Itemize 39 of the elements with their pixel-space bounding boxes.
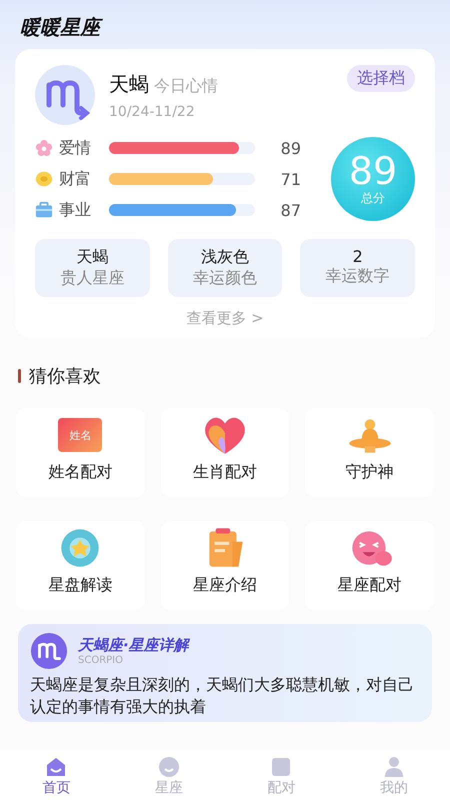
feature-tile[interactable]: 星座介绍 bbox=[160, 521, 290, 610]
banner-subtitle: SCORPIO bbox=[78, 655, 124, 666]
banner-title: 天蝎座·星座详解 bbox=[78, 636, 189, 655]
tab[interactable]: 首页 bbox=[36, 754, 76, 798]
scorpio-sign-icon bbox=[30, 632, 68, 670]
lucky-value: 天蝎 bbox=[76, 247, 108, 268]
scorpio-sign-icon bbox=[35, 65, 95, 125]
switch-sign-button[interactable]: 选择档 bbox=[347, 65, 415, 92]
feature-tile[interactable]: 星盘解读 bbox=[16, 521, 145, 610]
lucky-value: 2 bbox=[352, 247, 363, 266]
fortune-score: 87 bbox=[280, 200, 301, 220]
app-title: 暖暖星座 bbox=[0, 0, 450, 49]
feature-tile[interactable]: 姓名 姓名配对 bbox=[16, 408, 145, 497]
feature-tile[interactable]: 守护神 bbox=[305, 408, 434, 497]
lucky-label: 幸运数字 bbox=[326, 266, 390, 287]
sign-name: 天蝎 bbox=[109, 72, 149, 96]
fortune-label: 爱情 bbox=[59, 138, 92, 158]
fortune-score: 89 bbox=[280, 138, 301, 158]
lucky-label: 幸运颜色 bbox=[193, 268, 257, 289]
feature-tile[interactable]: 生肖配对 bbox=[160, 408, 290, 497]
total-score: 89 bbox=[348, 152, 398, 190]
fortune-label: 事业 bbox=[59, 200, 92, 220]
lucky-label: 贵人星座 bbox=[60, 268, 124, 289]
sign-detail-banner[interactable]: 天蝎座·星座详解 SCORPIO 天蝎座是复杂且深刻的，天蝎们大多聪慧机敏，对自己认定的事情有强大的执着 bbox=[18, 624, 432, 722]
lucky-value: 浅灰色 bbox=[201, 247, 249, 268]
briefcase-icon bbox=[35, 201, 53, 219]
fortune-score: 71 bbox=[280, 170, 301, 188]
banner-description: 天蝎座是复杂且深刻的，天蝎们大多聪慧机敏，对自己认定的事情有强大的执着 bbox=[30, 674, 415, 718]
fortune-label: 财富 bbox=[59, 168, 92, 190]
sign-subtitle: 今日心情 bbox=[154, 76, 218, 94]
flower-icon bbox=[35, 139, 53, 157]
section-marker bbox=[18, 369, 21, 383]
smiley-icon bbox=[156, 755, 181, 779]
coin-icon bbox=[35, 170, 53, 188]
section-title: 猜你喜欢 bbox=[29, 365, 101, 388]
name-card-icon: 姓名 bbox=[58, 418, 102, 452]
feature-tile[interactable]: 星座配对 bbox=[305, 521, 434, 610]
total-score-label: 总分 bbox=[361, 190, 385, 206]
date-range: 10/24-11/22 bbox=[109, 104, 196, 120]
